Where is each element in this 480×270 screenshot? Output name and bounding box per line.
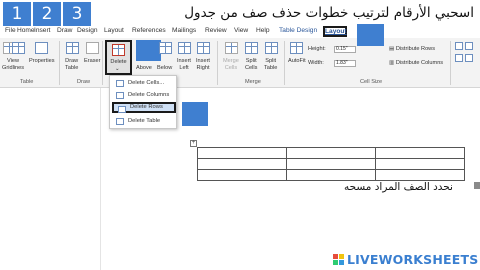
table-cell[interactable] [197,158,287,170]
tab-review[interactable]: Review [205,27,227,34]
insert-left-button[interactable]: Insert Left [177,58,191,71]
answer-drop-zone-2[interactable] [182,102,208,126]
insert-left-icon [178,42,191,54]
tab-references[interactable]: References [132,27,166,34]
table-cell[interactable] [286,147,376,159]
delete-table-icon [112,44,125,56]
merge-cells-icon [225,42,238,54]
tab-table-layout[interactable]: Layout [323,26,347,37]
properties-button[interactable]: Properties [29,58,55,65]
delete-label: Delete [110,59,127,65]
delete-rows-icon [118,106,126,113]
autofit-icon [290,42,303,54]
width-input[interactable]: 1.83" [334,60,356,67]
table-move-handle-icon[interactable]: + [190,140,197,147]
scrollbar-marker[interactable] [474,182,480,189]
group-divider [284,41,285,85]
chevron-down-icon: ⌄ [115,66,120,72]
menu-item-delete-table[interactable]: Delete Table [112,116,176,127]
group-label-table: Table [20,79,34,85]
insert-above-button[interactable]: Above [136,65,152,72]
align-icon[interactable] [455,42,463,50]
menu-item-delete-cells[interactable]: Delete Cells... [112,78,176,89]
draggable-number-2[interactable]: 2 [33,2,61,26]
ribbon-tab-row: File Home Insert Draw Design Layout Refe… [0,26,480,38]
delete-button[interactable]: Delete ⌄ [105,40,132,75]
ribbon: View Gridlines Properties Table Draw Table… [0,24,480,88]
menu-item-delete-rows[interactable]: Delete Rows [112,102,176,113]
liveworksheets-watermark: LIVEWORKSHEETS [347,252,479,267]
delete-dropdown-menu: Delete Cells... Delete Columns Delete Ro… [109,75,177,129]
merge-cells-button[interactable]: Merge Cells [223,58,239,71]
table-cell[interactable] [375,147,465,159]
distribute-columns-button[interactable]: ▥ Distribute Columns [389,60,443,66]
document-left-margin [0,88,101,270]
table-cell[interactable] [197,147,287,159]
row-selection-caption: نحدد الصف المراد مسحه [344,181,453,193]
table-row [197,158,465,170]
properties-icon [35,42,48,54]
tab-view[interactable]: View [234,27,248,34]
tab-draw[interactable]: Draw [57,27,72,34]
insert-right-icon [197,42,210,54]
insert-right-button[interactable]: Insert Right [196,58,210,71]
view-gridlines-button[interactable]: View Gridlines [2,58,24,71]
insert-below-icon [159,42,172,54]
table-cell[interactable] [286,158,376,170]
width-label: Width: [308,60,324,66]
table-cell[interactable] [375,169,465,181]
align-icon[interactable] [455,54,463,62]
align-icon[interactable] [465,42,473,50]
tab-mailings[interactable]: Mailings [172,27,196,34]
gridlines-icon [12,42,25,54]
table-row [197,147,465,159]
tab-home[interactable]: Home [17,27,35,34]
insert-below-button[interactable]: Below [157,65,172,72]
tab-table-design[interactable]: Table Design [279,27,317,34]
draggable-number-1[interactable]: 1 [3,2,31,26]
tab-file[interactable]: File [5,27,16,34]
group-divider [217,41,218,85]
tab-layout[interactable]: Layout [104,27,124,34]
draw-table-icon [66,42,79,54]
height-input[interactable]: 0.15" [334,46,356,53]
distribute-rows-button[interactable]: ▤ Distribute Rows [389,46,435,52]
answer-drop-zone-3[interactable] [357,24,384,46]
group-label-draw: Draw [77,79,91,85]
tab-insert[interactable]: Insert [34,27,51,34]
tab-design[interactable]: Design [77,27,98,34]
group-divider [59,41,60,85]
group-label-merge: Merge [245,79,261,85]
draw-table-button[interactable]: Draw Table [65,58,78,71]
delete-table-icon [116,118,124,125]
eraser-icon [86,42,99,54]
delete-cells-icon [116,80,124,87]
split-cells-button[interactable]: Split Cells [245,58,257,71]
split-table-icon [265,42,278,54]
table-cell[interactable] [286,169,376,181]
menu-item-delete-columns[interactable]: Delete Columns [112,90,176,101]
align-icon[interactable] [465,54,473,62]
delete-columns-icon [116,92,124,99]
liveworksheets-logo-icon [333,254,344,265]
height-label: Height: [308,46,326,52]
tab-help[interactable]: Help [256,27,270,34]
autofit-button[interactable]: AutoFit [288,58,306,65]
table-cell[interactable] [375,158,465,170]
group-divider [450,41,451,85]
instruction-text: اسحبي الأرقام لترتيب خطوات حذف صف من جدو… [184,5,474,21]
group-divider [102,41,103,85]
eraser-button[interactable]: Eraser [84,58,100,65]
draggable-number-3[interactable]: 3 [63,2,91,26]
group-label-cell-size: Cell Size [360,79,383,85]
table-row [197,169,465,181]
table-cell[interactable] [197,169,287,181]
split-cells-icon [245,42,258,54]
split-table-button[interactable]: Split Table [264,58,277,71]
answer-drop-zone-1[interactable] [136,40,161,61]
document-table[interactable] [197,147,465,181]
